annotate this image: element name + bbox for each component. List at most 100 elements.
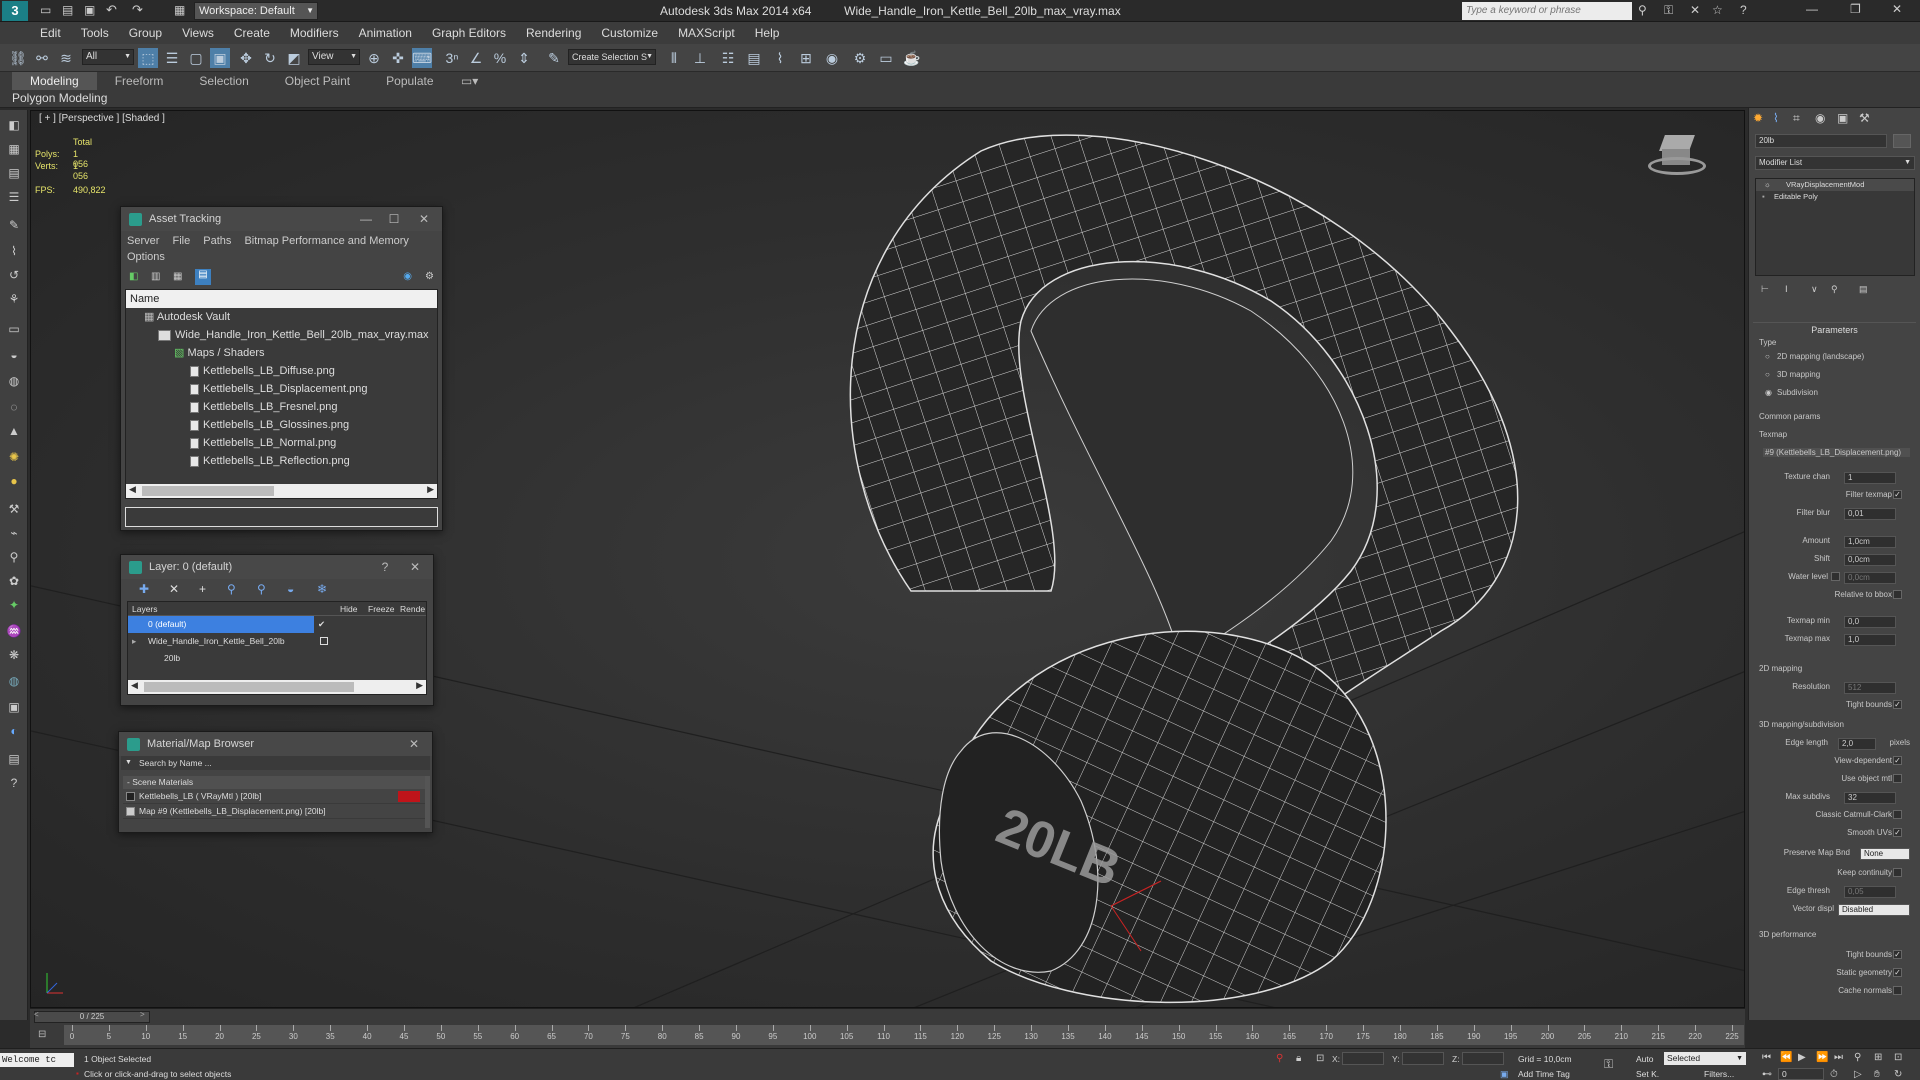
menu-graph-editors[interactable]: Graph Editors xyxy=(422,22,516,44)
teapot-icon[interactable]: ● xyxy=(5,472,23,490)
cylinder-primitive-icon[interactable]: ◍ xyxy=(5,372,23,390)
new-layer-icon[interactable]: ✚ xyxy=(139,582,149,596)
hair-icon[interactable]: ♒ xyxy=(5,622,23,640)
show-end-result-icon[interactable]: Ⅰ xyxy=(1785,284,1788,295)
box-primitive-icon[interactable]: ▭ xyxy=(5,320,23,338)
scroll-left-icon[interactable]: ◀ xyxy=(129,484,136,495)
object-name-field[interactable]: 20lb xyxy=(1755,134,1887,148)
layer-row[interactable]: 0 (default) ✔ xyxy=(128,616,426,633)
material-editor-icon[interactable]: ◉ xyxy=(822,48,842,68)
snaps-toggle-icon[interactable]: 3ⁿ xyxy=(442,48,462,68)
water-level-checkbox[interactable] xyxy=(1831,572,1840,581)
schematic-view-icon[interactable]: ⊞ xyxy=(796,48,816,68)
help-icon[interactable]: ? xyxy=(1740,3,1747,17)
time-slider[interactable]: 0 / 225 xyxy=(34,1011,150,1023)
motion-tab-icon[interactable]: ◉ xyxy=(1815,111,1825,125)
redo-icon[interactable]: ↷ xyxy=(132,2,143,18)
mesh-icon[interactable]: ◐ xyxy=(5,722,23,740)
selection-filter-dropdown[interactable]: All ▼ xyxy=(82,49,134,65)
align-icon[interactable]: ⊥ xyxy=(690,48,710,68)
fov-icon[interactable]: ▷ xyxy=(1854,1069,1862,1080)
rendered-frame-window-icon[interactable]: ▭ xyxy=(876,48,896,68)
menu-modifiers[interactable]: Modifiers xyxy=(280,22,349,44)
layer-window-titlebar[interactable]: Layer: 0 (default) ? ✕ xyxy=(121,555,433,579)
binoculars-icon[interactable]: ⚲ xyxy=(1638,3,1647,17)
layer-manager-icon[interactable]: ☷ xyxy=(718,48,738,68)
modify-tab-icon[interactable]: ⌇ xyxy=(1773,111,1779,125)
edge-length-input[interactable]: 2,0 xyxy=(1838,738,1876,750)
vector-displ-dropdown[interactable]: Disabled xyxy=(1838,904,1910,916)
render-setup-icon[interactable]: ⚙ xyxy=(850,48,870,68)
open-file-icon[interactable]: ▤ xyxy=(62,3,73,17)
ribbon-toggle-icon[interactable]: ▤ xyxy=(744,48,764,68)
z-coordinate-field[interactable] xyxy=(1462,1052,1504,1065)
mirror-icon[interactable]: ⫴ xyxy=(664,48,684,68)
layer-row[interactable]: 20lb xyxy=(128,650,426,667)
tree-view-icon[interactable]: ▤ xyxy=(195,269,211,285)
menu-animation[interactable]: Animation xyxy=(349,22,422,44)
list-view-icon[interactable]: ▥ xyxy=(151,271,160,282)
question-icon[interactable]: ? xyxy=(5,774,23,792)
edge-thresh-input[interactable]: 0,05 xyxy=(1844,886,1896,898)
radio-3d-mapping[interactable]: ○ 3D mapping xyxy=(1759,370,1910,384)
settings-icon[interactable]: ⚙ xyxy=(425,271,434,282)
key-filters-button[interactable]: Filters... xyxy=(1704,1069,1734,1079)
use-object-mtl-checkbox[interactable] xyxy=(1893,774,1902,783)
key-mode-toggle-icon[interactable]: ⊷ xyxy=(1762,1069,1772,1080)
filter-texmap-checkbox[interactable]: ✓ xyxy=(1893,490,1902,499)
viewcube[interactable] xyxy=(1648,131,1708,181)
restore-icon[interactable]: ❐ xyxy=(1850,2,1861,16)
brush-icon[interactable]: ⌇ xyxy=(5,242,23,260)
column-name[interactable]: Name xyxy=(130,293,159,305)
vault-icon[interactable]: ◉ xyxy=(403,271,412,282)
tree-row-vault[interactable]: ▦ Autodesk Vault xyxy=(126,308,437,326)
edit-named-selection-icon[interactable]: ✎ xyxy=(544,48,564,68)
sphere-primitive-icon[interactable]: ◒ xyxy=(5,346,23,364)
cache-normals-checkbox[interactable] xyxy=(1893,986,1902,995)
track-bar[interactable]: 0 5 10 15 20 25 30 35 40 45 50 55 60 65 70 75 80 85 90 95 10… xyxy=(64,1025,1744,1045)
zoom-extents-icon[interactable]: ⊡ xyxy=(1894,1052,1902,1063)
perf-tight-bounds-checkbox[interactable]: ✓ xyxy=(1893,950,1902,959)
deform-icon[interactable]: ⚘ xyxy=(5,290,23,308)
script-icon[interactable]: ▤ xyxy=(5,750,23,768)
remove-modifier-icon[interactable]: ⚲ xyxy=(1831,284,1838,295)
stack-item-editable-poly[interactable]: ▪ Editable Poly xyxy=(1756,191,1914,203)
system-icon[interactable]: ✿ xyxy=(5,572,23,590)
view-dependent-checkbox[interactable]: ✓ xyxy=(1893,756,1902,765)
tab-selection[interactable]: Selection xyxy=(181,72,266,90)
named-selection-dropdown[interactable]: Create Selection S ▼ xyxy=(568,49,656,65)
move-icon[interactable]: ✥ xyxy=(236,48,256,68)
select-tool-icon[interactable]: ▦ xyxy=(5,140,23,158)
menu-help[interactable]: Help xyxy=(745,22,790,44)
maximize-icon[interactable]: ☐ xyxy=(382,207,406,231)
map-item[interactable]: Map #9 (Kettlebells_LB_Displacement.png)… xyxy=(123,804,428,819)
configure-sets-icon[interactable]: ▤ xyxy=(1859,284,1868,295)
scene-materials-section[interactable]: - Scene Materials xyxy=(123,776,428,789)
search-options-icon[interactable]: ▼ xyxy=(125,756,132,770)
scroll-left-icon[interactable]: ◀ xyxy=(131,680,138,691)
pan-icon[interactable]: ✋︎ xyxy=(1874,1069,1880,1080)
relative-bbox-checkbox[interactable] xyxy=(1893,590,1902,599)
menu-maxscript[interactable]: MAXScript xyxy=(668,22,745,44)
make-unique-icon[interactable]: ∨ xyxy=(1811,284,1818,295)
add-time-tag[interactable]: Add Time Tag xyxy=(1518,1069,1570,1079)
resolution-input[interactable]: 512 xyxy=(1844,682,1896,694)
list-icon[interactable]: ☰ xyxy=(5,188,23,206)
close-icon[interactable]: ✕ xyxy=(402,732,426,756)
lock-selection-icon[interactable]: 🔒︎ xyxy=(1296,1053,1301,1064)
menu-create[interactable]: Create xyxy=(224,22,280,44)
play-icon[interactable]: ▶ xyxy=(1798,1052,1806,1063)
minimize-icon[interactable]: — xyxy=(1806,2,1818,16)
cone-primitive-icon[interactable]: ▲ xyxy=(5,422,23,440)
menu-server[interactable]: Server xyxy=(127,235,159,247)
menu-views[interactable]: Views xyxy=(172,22,224,44)
active-layer-check-icon[interactable]: ✔ xyxy=(318,616,325,633)
texture-chan-input[interactable]: 1 xyxy=(1844,472,1896,484)
set-key-button[interactable]: Set K. xyxy=(1636,1069,1659,1079)
column-freeze[interactable]: Freeze xyxy=(368,602,394,616)
reference-coordinate-dropdown[interactable]: View ▼ xyxy=(308,49,360,65)
tree-row-map[interactable]: Kettlebells_LB_Displacement.png xyxy=(126,380,437,398)
object-color-swatch[interactable] xyxy=(1893,134,1911,148)
close-icon[interactable]: ✕ xyxy=(403,555,427,579)
wrench-icon[interactable]: ⚒ xyxy=(5,500,23,518)
